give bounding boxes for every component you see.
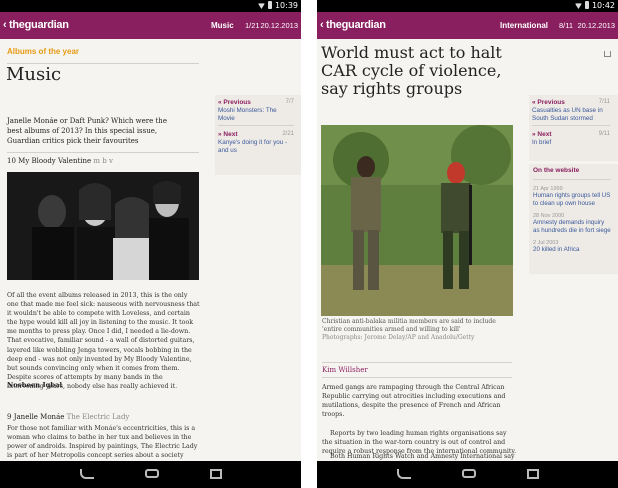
related-link[interactable]: 21 Apr 1999 Human rights groups tell US … [533, 186, 611, 207]
article-title: Music [6, 64, 62, 85]
wifi-icon [257, 3, 265, 9]
section-name: Music [211, 21, 234, 30]
band-photo [7, 172, 199, 280]
article-body-p1: Armed gangs are rampaging through the Ce… [322, 384, 506, 419]
album-heading-10: 10 My Bloody Valentine m b v [7, 157, 113, 165]
wifi-icon [574, 3, 582, 9]
status-time: 10:42 [591, 1, 615, 10]
review-author: Nosheen Iqbal [7, 381, 63, 389]
page-count: 8/11 [559, 21, 574, 30]
album-review-9: For those not familiar with Monáe's ecce… [7, 425, 198, 460]
back-chevron-icon[interactable]: ‹ [3, 19, 7, 31]
edition-date: 20.12.2013 [577, 21, 615, 30]
divider [7, 152, 199, 153]
back-chevron-icon[interactable]: ‹ [320, 19, 324, 31]
photo-credit: Photographs: Jerome Delay/AP and Anadolu… [322, 334, 475, 342]
article-body-p3: Both Human Rights Watch and Amnesty Inte… [330, 453, 515, 460]
photo-caption: Christian anti-balaka militia members ar… [322, 318, 496, 342]
system-nav-bar [317, 461, 618, 488]
divider [532, 125, 610, 126]
previous-article-link[interactable]: « Previous 7/11 Casualties as UN base in… [532, 99, 610, 123]
battery-icon [584, 1, 589, 9]
divider [218, 125, 294, 126]
status-bar: 10:42 [317, 0, 618, 12]
article-title: World must act to halt CAR cycle of viol… [321, 43, 502, 98]
standfirst: Janelle Monáe or Daft Punk? Which were t… [7, 117, 167, 145]
divider [322, 362, 512, 363]
share-icon[interactable] [604, 51, 611, 57]
back-icon[interactable] [397, 469, 411, 479]
militia-photo [321, 125, 513, 316]
next-article-link[interactable]: » Next 9/11 In brief [532, 131, 610, 147]
recent-apps-icon[interactable] [210, 469, 222, 479]
recent-apps-icon[interactable] [527, 469, 539, 479]
byline[interactable]: Kim Willsher [322, 366, 368, 374]
home-icon[interactable] [145, 469, 159, 478]
related-link[interactable]: 28 Nov 2000 Amnesty demands inquiry as h… [533, 213, 611, 234]
article-content[interactable]: World must act to halt CAR cycle of viol… [317, 39, 618, 461]
back-icon[interactable] [80, 469, 94, 479]
related-link[interactable]: 2 Jul 2003 20 killed in Africa [533, 240, 611, 254]
battery-icon [267, 1, 272, 9]
tablet-screen-international: 10:42 ‹ theguardian International 8/11 2… [317, 0, 618, 488]
next-article-link[interactable]: » Next 2/21 Kanye's doing it for you - a… [218, 131, 294, 155]
status-bar: 10:39 [0, 0, 301, 12]
status-time: 10:39 [274, 1, 298, 10]
divider [322, 377, 512, 378]
guardian-logo[interactable]: theguardian [9, 19, 69, 31]
on-the-website: On the website 21 Apr 1999 Human rights … [533, 167, 611, 254]
article-content[interactable]: Albums of the year Music Janelle Monáe o… [0, 39, 301, 461]
app-bar: ‹ theguardian International 8/11 20.12.2… [317, 12, 618, 39]
edition-date: 20.12.2013 [260, 21, 298, 30]
home-icon[interactable] [462, 469, 476, 478]
tablet-screen-music: 10:39 ‹ theguardian Music 1/21 20.12.201… [0, 0, 301, 488]
app-bar: ‹ theguardian Music 1/21 20.12.2013 [0, 12, 301, 39]
album-review-10: Of all the event albums released in 2013… [7, 292, 200, 390]
section-name: International [500, 21, 549, 30]
system-nav-bar [0, 461, 301, 488]
album-heading-9: 9 Janelle Monáe The Electric Lady [7, 413, 130, 421]
guardian-logo[interactable]: theguardian [326, 19, 386, 31]
previous-article-link[interactable]: « Previous 7/7 Moshi Monsters: The Movie [218, 99, 294, 123]
page-count: 1/21 [245, 21, 260, 30]
article-kicker: Albums of the year [7, 47, 80, 56]
